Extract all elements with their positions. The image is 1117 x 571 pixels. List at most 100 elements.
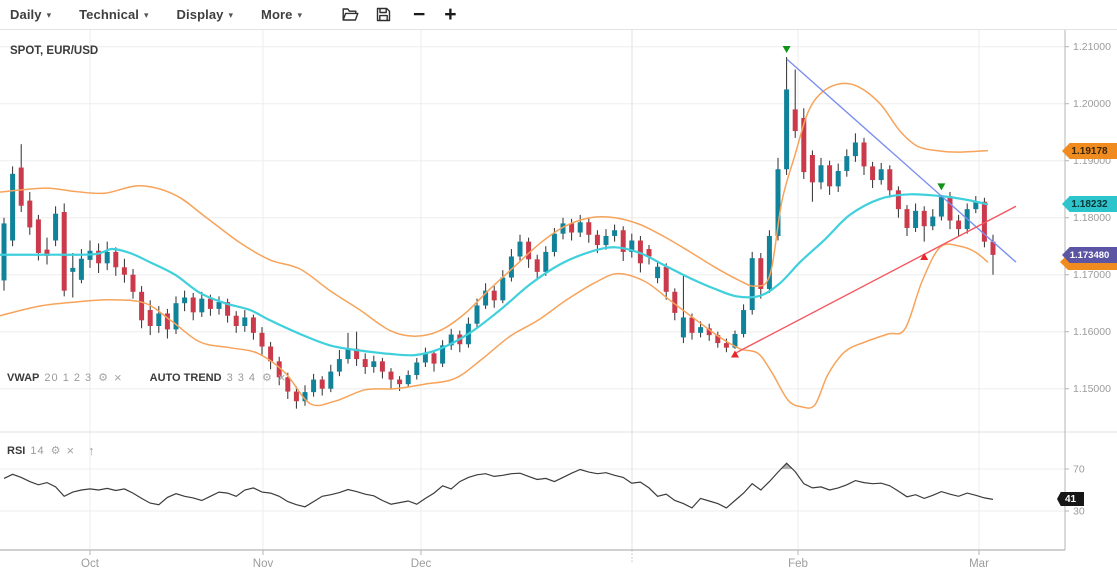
- month-axis-label: Mar: [969, 558, 989, 570]
- candle-body: [79, 259, 84, 280]
- menu-technical[interactable]: Technical ▾: [79, 7, 148, 22]
- candle-body: [53, 214, 58, 241]
- open-folder-icon[interactable]: [342, 7, 359, 22]
- menu-more-label: More: [261, 7, 292, 22]
- candle-body: [879, 169, 884, 180]
- candle-body: [819, 165, 824, 182]
- candle-body: [724, 343, 729, 348]
- close-icon[interactable]: ×: [114, 372, 122, 383]
- candle-body: [346, 349, 351, 359]
- rsi-panel: [0, 432, 1117, 508]
- candle-body: [70, 268, 75, 272]
- candle-body: [492, 291, 497, 301]
- candle-body: [139, 292, 144, 321]
- candle-body: [690, 317, 695, 332]
- candle-body: [836, 171, 841, 186]
- save-icon[interactable]: [376, 7, 391, 22]
- toolbar: Daily ▾ Technical ▾ Display ▾ More ▾: [0, 0, 1117, 30]
- candle-body: [2, 223, 7, 280]
- price-axis-label: 1.20000: [1073, 98, 1111, 110]
- candle-body: [750, 258, 755, 310]
- candle-body: [853, 142, 858, 156]
- candle-body: [905, 209, 910, 228]
- candle-body: [294, 392, 299, 402]
- price-axis-label: 1.18000: [1073, 212, 1111, 224]
- candle-body: [182, 298, 187, 304]
- rsi-legend-row: RSI 14 ⚙ × ↑: [7, 443, 101, 458]
- menu-timeframe-label: Daily: [10, 7, 42, 22]
- candle-body: [105, 252, 110, 263]
- candle-body: [406, 375, 411, 384]
- candle-body: [569, 223, 574, 232]
- candle-body: [518, 242, 523, 257]
- candle-body: [191, 298, 196, 313]
- candle-body: [655, 267, 660, 278]
- month-axis-label: Dec: [411, 558, 432, 570]
- candle-body: [251, 317, 256, 332]
- menu-display-label: Display: [177, 7, 224, 22]
- candle-body: [913, 211, 918, 228]
- candle-body: [862, 142, 867, 166]
- candle-body: [698, 327, 703, 333]
- candle-body: [552, 234, 557, 252]
- candle-body: [604, 236, 609, 245]
- close-icon[interactable]: ×: [278, 372, 286, 383]
- symbol-label: SPOT, EUR/USD: [10, 45, 98, 57]
- price-axis-label: 1.21000: [1073, 41, 1111, 53]
- candle-body: [956, 221, 961, 230]
- move-panel-up-icon[interactable]: ↑: [88, 443, 95, 458]
- candle-body: [363, 359, 368, 367]
- candle-body: [948, 196, 953, 221]
- candle-body: [543, 252, 548, 272]
- rsi-line: [4, 463, 993, 508]
- zoom-in-icon[interactable]: +: [441, 4, 459, 25]
- menu-timeframe[interactable]: Daily ▾: [10, 7, 51, 22]
- gear-icon[interactable]: ⚙: [262, 371, 272, 384]
- zoom-out-icon[interactable]: −: [410, 4, 428, 25]
- gear-icon[interactable]: ⚙: [98, 371, 108, 384]
- chart-surface[interactable]: 1.210001.200001.190001.180001.170001.160…: [0, 30, 1117, 571]
- vwap-badge: 1.18232: [1062, 196, 1117, 212]
- chevron-down-icon: ▾: [144, 8, 149, 21]
- candle-body: [311, 380, 316, 393]
- candle-body: [320, 380, 325, 389]
- candle-body: [887, 169, 892, 190]
- rsi-value-badge: 41: [1057, 492, 1084, 506]
- candle-body: [208, 299, 213, 309]
- candle-body: [922, 211, 927, 226]
- candle-body: [242, 317, 247, 326]
- candle-body: [930, 217, 935, 227]
- chevron-down-icon: ▾: [298, 8, 303, 21]
- candle-body: [827, 165, 832, 186]
- candlesticks: [2, 57, 996, 409]
- rsi-indicator-label: RSI: [7, 445, 25, 457]
- price-axis-label: 1.17000: [1073, 269, 1111, 281]
- candle-body: [19, 168, 24, 206]
- candle-body: [432, 353, 437, 363]
- candle-body: [741, 310, 746, 334]
- candle-body: [217, 302, 222, 309]
- candle-body: [156, 313, 161, 326]
- chevron-down-icon: ▾: [47, 8, 52, 21]
- menu-more[interactable]: More ▾: [261, 7, 302, 22]
- upper-band-badge: 1.19178: [1062, 143, 1117, 159]
- candle-body: [414, 362, 419, 375]
- candle-body: [10, 174, 15, 241]
- axes: 1.210001.200001.190001.180001.170001.160…: [0, 30, 1111, 570]
- close-icon[interactable]: ×: [66, 445, 74, 456]
- candle-body: [397, 380, 402, 385]
- candle-body: [810, 155, 815, 182]
- candle-body: [389, 372, 394, 380]
- price-axis-label: 1.15000: [1073, 383, 1111, 395]
- candle-body: [500, 278, 505, 301]
- rsi-axis-label: 70: [1073, 464, 1085, 476]
- menu-display[interactable]: Display ▾: [177, 7, 233, 22]
- candle-body: [148, 310, 153, 326]
- rsi-axis-label: 30: [1073, 506, 1085, 518]
- candle-body: [122, 267, 127, 274]
- candle-body: [27, 201, 32, 228]
- gear-icon[interactable]: ⚙: [51, 444, 61, 457]
- candle-body: [199, 299, 204, 313]
- month-axis-label: Feb: [788, 558, 808, 570]
- candle-body: [758, 258, 763, 289]
